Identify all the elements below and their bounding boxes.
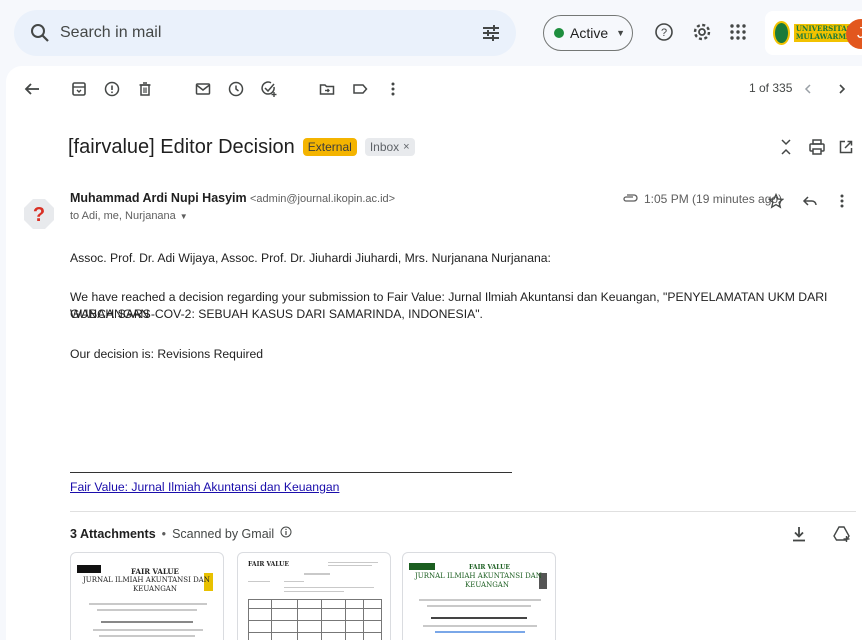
chevron-down-icon[interactable]: ▼ [180,212,188,221]
status-chip[interactable]: Active ▼ [543,15,633,51]
recipients-text: to Adi, me, Nurjanana [70,210,176,222]
delete-icon[interactable] [134,78,156,100]
search-options-icon[interactable] [480,22,502,44]
document-preview: FAIR VALUE JURNAL ILMIAH AKUNTANSI DAN K… [409,559,551,640]
recipients[interactable]: to Adi, me, Nurjanana ▼ [70,210,188,222]
text-line [431,617,527,619]
message-time: 1:05 PM (19 minutes ago) [622,192,782,206]
attachment-thumbnail-2[interactable]: FAIR VALUE [237,552,391,640]
message-toolbar: 1 of 335 [6,66,862,112]
external-label: External [302,138,357,156]
text-line [435,631,525,633]
status-dot [554,28,564,38]
signature-divider [70,472,512,473]
sender-line: Muhammad Ardi Nupi Hasyim <admin@journal… [70,191,395,205]
search-icon[interactable] [20,10,60,56]
university-seal-icon [773,21,790,45]
message-timestamp: 1:05 PM (19 minutes ago) [644,192,783,206]
message-view: 1 of 335 [fairvalue] Editor Decision Ext… [6,66,862,640]
move-to-icon[interactable] [316,78,338,100]
help-icon[interactable]: ? [652,20,676,44]
search-bar[interactable] [14,10,516,56]
thumb-subtitle-2: KEUANGAN [133,585,177,593]
svg-text:?: ? [33,204,45,226]
text-line [419,599,541,601]
collapse-all-icon[interactable] [775,136,797,158]
thumb-subtitle-2: KEUANGAN [465,581,509,589]
add-to-drive-icon[interactable] [832,524,852,544]
print-icon[interactable] [806,136,828,158]
separator: • [161,526,167,541]
pagination-count: 1 of 335 [749,81,793,95]
top-bar: Active ▼ ? UNIVERSITAS MULAWARMAN J [0,0,862,66]
archive-icon[interactable] [68,78,90,100]
text-line [93,629,203,631]
thumb-title: FAIR VALUE [469,564,510,571]
attachment-thumbnail-3[interactable]: FAIR VALUE JURNAL ILMIAH AKUNTANSI DAN K… [402,552,556,640]
reply-icon[interactable] [800,191,820,211]
text-line [328,562,378,563]
text-line [101,621,193,623]
remove-label-icon[interactable]: × [403,141,409,153]
add-to-tasks-icon[interactable] [258,78,280,100]
info-icon[interactable] [280,526,292,541]
label-icon[interactable] [349,78,371,100]
attachments-divider [70,511,856,512]
text-line [423,625,537,627]
chevron-right-icon[interactable] [832,79,852,99]
text-line [427,605,531,607]
text-line [97,609,197,611]
text-line [99,635,195,637]
chevron-left-icon[interactable] [798,79,818,99]
subject-row: [fairvalue] Editor Decision External Inb… [68,132,415,162]
inbox-label[interactable]: Inbox × [364,138,415,156]
open-in-new-window-icon[interactable] [835,136,857,158]
thumb-subtitle: JURNAL ILMIAH AKUNTANSI DAN [415,572,542,580]
email-decision: Our decision is: Revisions Required [70,347,264,361]
cover-green-bar [409,563,435,570]
chevron-down-icon: ▼ [616,28,626,38]
thumb-title: FAIR VALUE [131,567,179,576]
thumb-subtitle: JURNAL ILMIAH AKUNTANSI DAN [83,576,210,584]
more-vertical-icon[interactable] [832,191,852,211]
status-label: Active [570,25,609,41]
text-line [89,603,207,605]
svg-text:?: ? [661,27,667,39]
text-line [284,591,344,592]
cover-black-bar [77,565,101,573]
inbox-label-text: Inbox [369,140,400,154]
mark-unread-icon[interactable] [192,78,214,100]
apps-grid-icon[interactable] [726,20,750,44]
journal-link[interactable]: Fair Value: Jurnal Ilmiah Akuntansi dan … [70,480,339,494]
back-arrow-icon[interactable] [21,78,43,100]
text-line [328,565,372,566]
sender-avatar-icon: ? [23,198,55,230]
text-line [284,587,374,588]
email-greeting: Assoc. Prof. Dr. Adi Wijaya, Assoc. Prof… [70,251,551,265]
text-line [284,581,304,582]
sender-name[interactable]: Muhammad Ardi Nupi Hasyim [70,191,247,205]
attachment-icon [622,192,638,206]
attachments-count: 3 Attachments [70,526,156,541]
download-all-icon[interactable] [789,524,809,544]
snooze-icon[interactable] [225,78,247,100]
document-preview: FAIR VALUE JURNAL ILMIAH AKUNTANSI DAN K… [77,559,219,640]
sender-email: <admin@journal.ikopin.ac.id> [250,193,396,205]
more-vertical-icon[interactable] [382,78,404,100]
attachment-thumbnail-1[interactable]: FAIR VALUE JURNAL ILMIAH AKUNTANSI DAN K… [70,552,224,640]
report-spam-icon[interactable] [101,78,123,100]
text-line [304,573,330,575]
scan-status: Scanned by Gmail [172,526,275,541]
document-preview: FAIR VALUE [244,559,386,640]
email-subject: [fairvalue] Editor Decision [68,135,295,158]
gear-icon[interactable] [690,20,714,44]
attachments-header: 3 Attachments • Scanned by Gmail [70,526,292,541]
thumb-title: FAIR VALUE [248,561,289,568]
search-input[interactable] [60,13,440,53]
star-icon[interactable] [766,191,786,211]
review-table [248,599,382,640]
text-line [248,581,270,582]
email-paragraph-line-2: WABAH SARS-COV-2: SEBUAH KASUS DARI SAMA… [70,307,483,321]
